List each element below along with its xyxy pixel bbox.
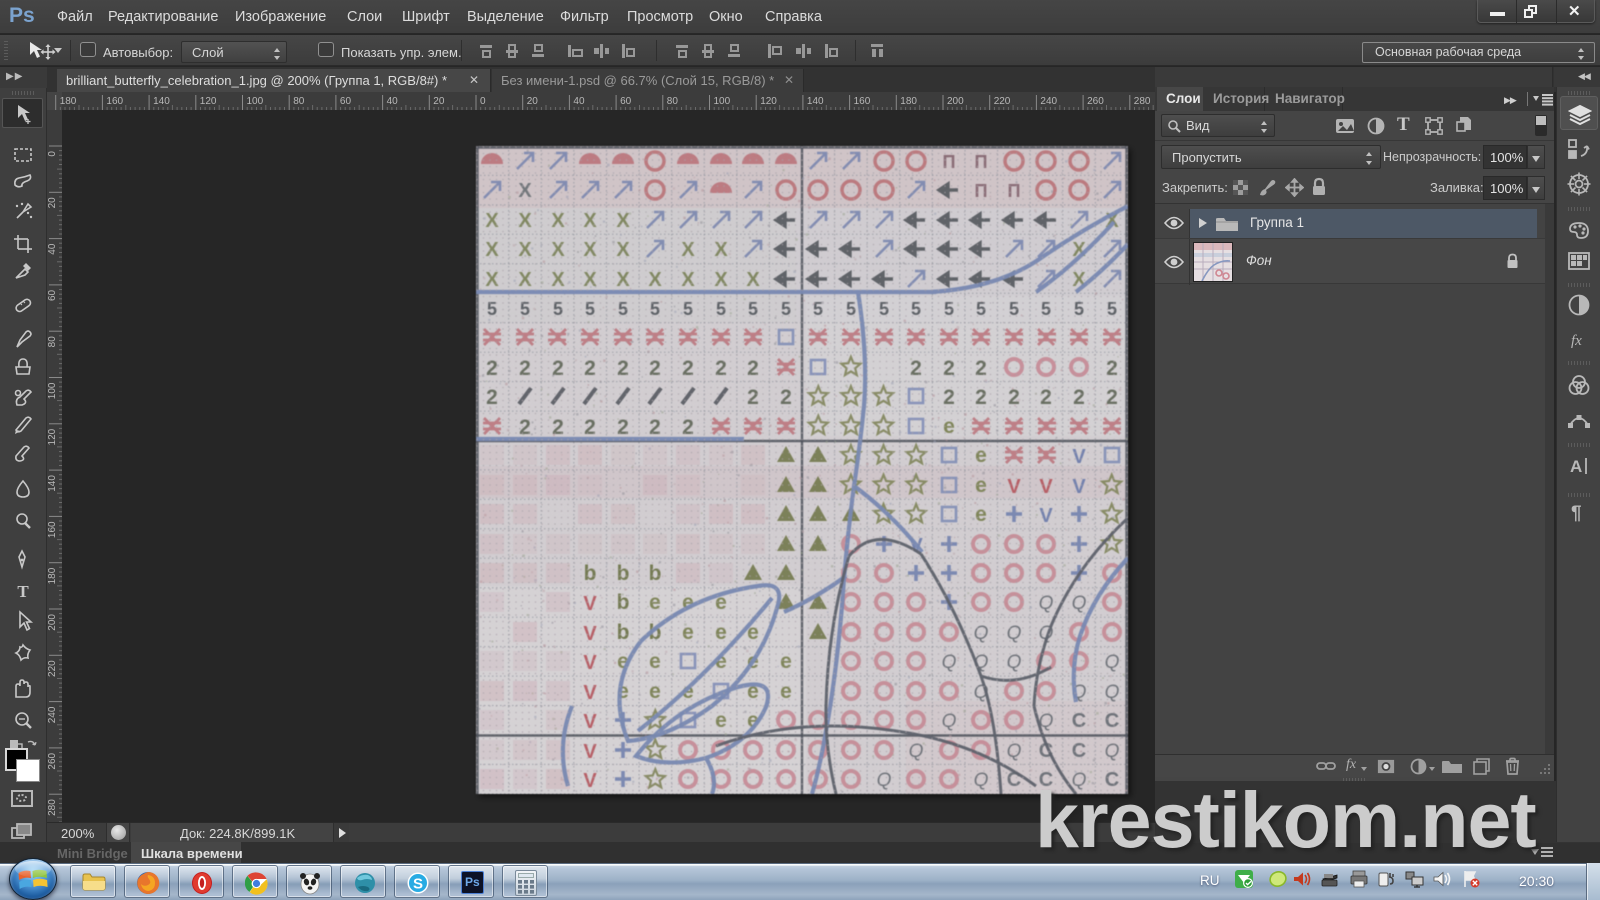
svg-text:140: 140 [47,475,58,492]
svg-text:200: 200 [47,614,58,631]
svg-text:fx: fx [1571,333,1582,349]
svg-text:40: 40 [387,96,399,107]
svg-text:140: 140 [807,96,824,107]
svg-text:20: 20 [433,96,445,107]
svg-text:80: 80 [293,96,305,107]
svg-text:100: 100 [714,96,731,107]
svg-text:260: 260 [1087,96,1104,107]
svg-text:A: A [1570,457,1582,476]
svg-text:280: 280 [47,799,58,816]
svg-text:160: 160 [47,521,58,538]
svg-text:200: 200 [947,96,964,107]
svg-text:180: 180 [47,567,58,584]
svg-text:60: 60 [340,96,352,107]
svg-text:20: 20 [527,96,539,107]
svg-text:140: 140 [153,96,170,107]
svg-text:160: 160 [854,96,871,107]
svg-text:220: 220 [47,660,58,677]
svg-text:80: 80 [47,336,58,348]
svg-text:280: 280 [1134,96,1151,107]
svg-text:160: 160 [106,96,123,107]
svg-text:0: 0 [47,151,58,157]
svg-text:120: 120 [47,428,58,445]
svg-text:40: 40 [47,243,58,255]
svg-text:120: 120 [200,96,217,107]
svg-text:100: 100 [47,382,58,399]
svg-text:240: 240 [47,706,58,723]
svg-text:220: 220 [994,96,1011,107]
svg-text:60: 60 [620,96,632,107]
svg-text:80: 80 [667,96,679,107]
svg-text:20: 20 [47,197,58,209]
svg-text:180: 180 [60,96,77,107]
svg-text:60: 60 [47,289,58,301]
svg-text:100: 100 [247,96,264,107]
svg-text:40: 40 [573,96,585,107]
svg-text:260: 260 [47,752,58,769]
svg-text:180: 180 [900,96,917,107]
svg-text:T: T [17,582,29,601]
svg-text:S: S [413,876,423,893]
svg-text:240: 240 [1040,96,1057,107]
svg-text:120: 120 [760,96,777,107]
svg-text:0: 0 [480,96,486,107]
